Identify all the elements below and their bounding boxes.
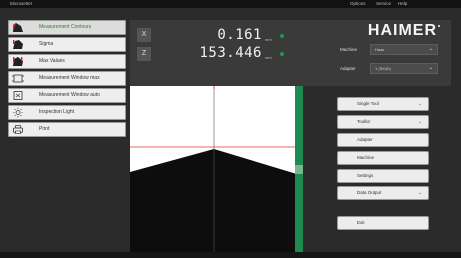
sidebar-item-inspection-light[interactable]: Inspection Light — [8, 105, 126, 120]
window-auto-icon — [13, 91, 23, 100]
sidebar-item-label: Measurement Window auto — [39, 92, 100, 98]
sidebar: Measurement Contours Sigma Max Values Me… — [8, 20, 126, 139]
sidebar-item-print[interactable]: Print — [8, 122, 126, 137]
machine-select[interactable]: Haas ⌄ — [370, 44, 438, 55]
machine-button-label: Machine — [357, 155, 375, 160]
chevron-down-icon: ⌄ — [428, 65, 433, 71]
sidebar-item-max-values[interactable]: Max Values — [8, 54, 126, 69]
brand-panel: HAIMER Machine Haas ⌄ Adapter 1 (SK40) ⌄ — [305, 20, 451, 86]
single-tool-label: Single Tool — [357, 101, 379, 106]
x-axis-badge[interactable]: X — [137, 28, 151, 42]
focus-indicator — [295, 165, 303, 174]
chevron-down-icon: ⌄ — [417, 101, 422, 107]
z-status-indicator — [280, 52, 284, 56]
sidebar-item-window-max[interactable]: Measurement Window max — [8, 71, 126, 86]
data-output-label: Data Output — [357, 190, 382, 195]
single-tool-button[interactable]: Single Tool ⌄ — [337, 97, 429, 111]
title-bar: Microsetter Options Service Help — [0, 0, 461, 8]
status-bar — [0, 252, 461, 258]
contour-icon — [13, 23, 23, 32]
machine-select-value: Haas — [375, 47, 385, 52]
position-readout: X 0.161 mm Z 153.446 mm — [130, 20, 305, 86]
sidebar-item-label: Print — [39, 126, 50, 132]
chevron-down-icon: ⌄ — [428, 46, 433, 52]
x-axis-value: 0.161 — [217, 27, 262, 43]
adapter-button-label: Adapter — [357, 137, 373, 142]
adapter-label: Adapter — [340, 66, 356, 71]
data-output-button[interactable]: Data Output ⌄ — [337, 186, 429, 200]
z-axis-badge[interactable]: Z — [137, 47, 151, 61]
toolkit-label: Toolkit — [357, 119, 370, 124]
sidebar-item-sigma[interactable]: Sigma — [8, 37, 126, 52]
machine-button[interactable]: Machine — [337, 151, 429, 165]
menu-help[interactable]: Help — [398, 0, 407, 8]
sidebar-item-window-auto[interactable]: Measurement Window auto — [8, 88, 126, 103]
sidebar-item-label: Measurement Contours — [39, 24, 92, 30]
haimer-microsetter-app: Microsetter Options Service Help Measure… — [0, 0, 461, 258]
right-panel: Single Tool ⌄ Toolkit ⌄ Adapter Machine … — [303, 86, 451, 258]
settings-label: Settings — [357, 173, 374, 178]
z-axis-unit: mm — [265, 55, 272, 60]
x-status-indicator — [280, 34, 284, 38]
menu-options[interactable]: Options — [350, 0, 366, 8]
chevron-down-icon: ⌄ — [417, 190, 422, 196]
exit-label: Exit — [357, 220, 365, 225]
sidebar-item-label: Sigma — [39, 41, 54, 47]
sidebar-item-label: Measurement Window max — [39, 75, 100, 81]
sidebar-item-label: Inspection Light — [39, 109, 75, 115]
chevron-down-icon: ⌄ — [417, 119, 422, 125]
measurement-view[interactable] — [130, 86, 305, 258]
z-axis-value: 153.446 — [199, 45, 262, 61]
exit-button[interactable]: Exit — [337, 216, 429, 230]
sigma-icon — [13, 40, 23, 49]
adapter-select[interactable]: 1 (SK40) ⌄ — [370, 63, 438, 74]
toolkit-button[interactable]: Toolkit ⌄ — [337, 115, 429, 129]
sidebar-item-measurement-contours[interactable]: Measurement Contours — [8, 20, 126, 35]
adapter-select-value: 1 (SK40) — [375, 66, 391, 71]
print-icon — [13, 125, 23, 134]
window-max-icon — [12, 74, 24, 83]
settings-button[interactable]: Settings — [337, 169, 429, 183]
adapter-button[interactable]: Adapter — [337, 133, 429, 147]
tool-contour-image — [130, 86, 305, 258]
sidebar-item-label: Max Values — [39, 58, 65, 64]
x-axis-unit: mm — [265, 37, 272, 42]
haimer-logo: HAIMER — [367, 22, 437, 39]
logo-dot — [438, 25, 440, 27]
app-title: Microsetter — [10, 1, 33, 6]
max-values-icon — [13, 57, 23, 66]
machine-label: Machine — [340, 47, 358, 52]
light-icon — [13, 107, 23, 118]
menu-service[interactable]: Service — [376, 0, 391, 8]
